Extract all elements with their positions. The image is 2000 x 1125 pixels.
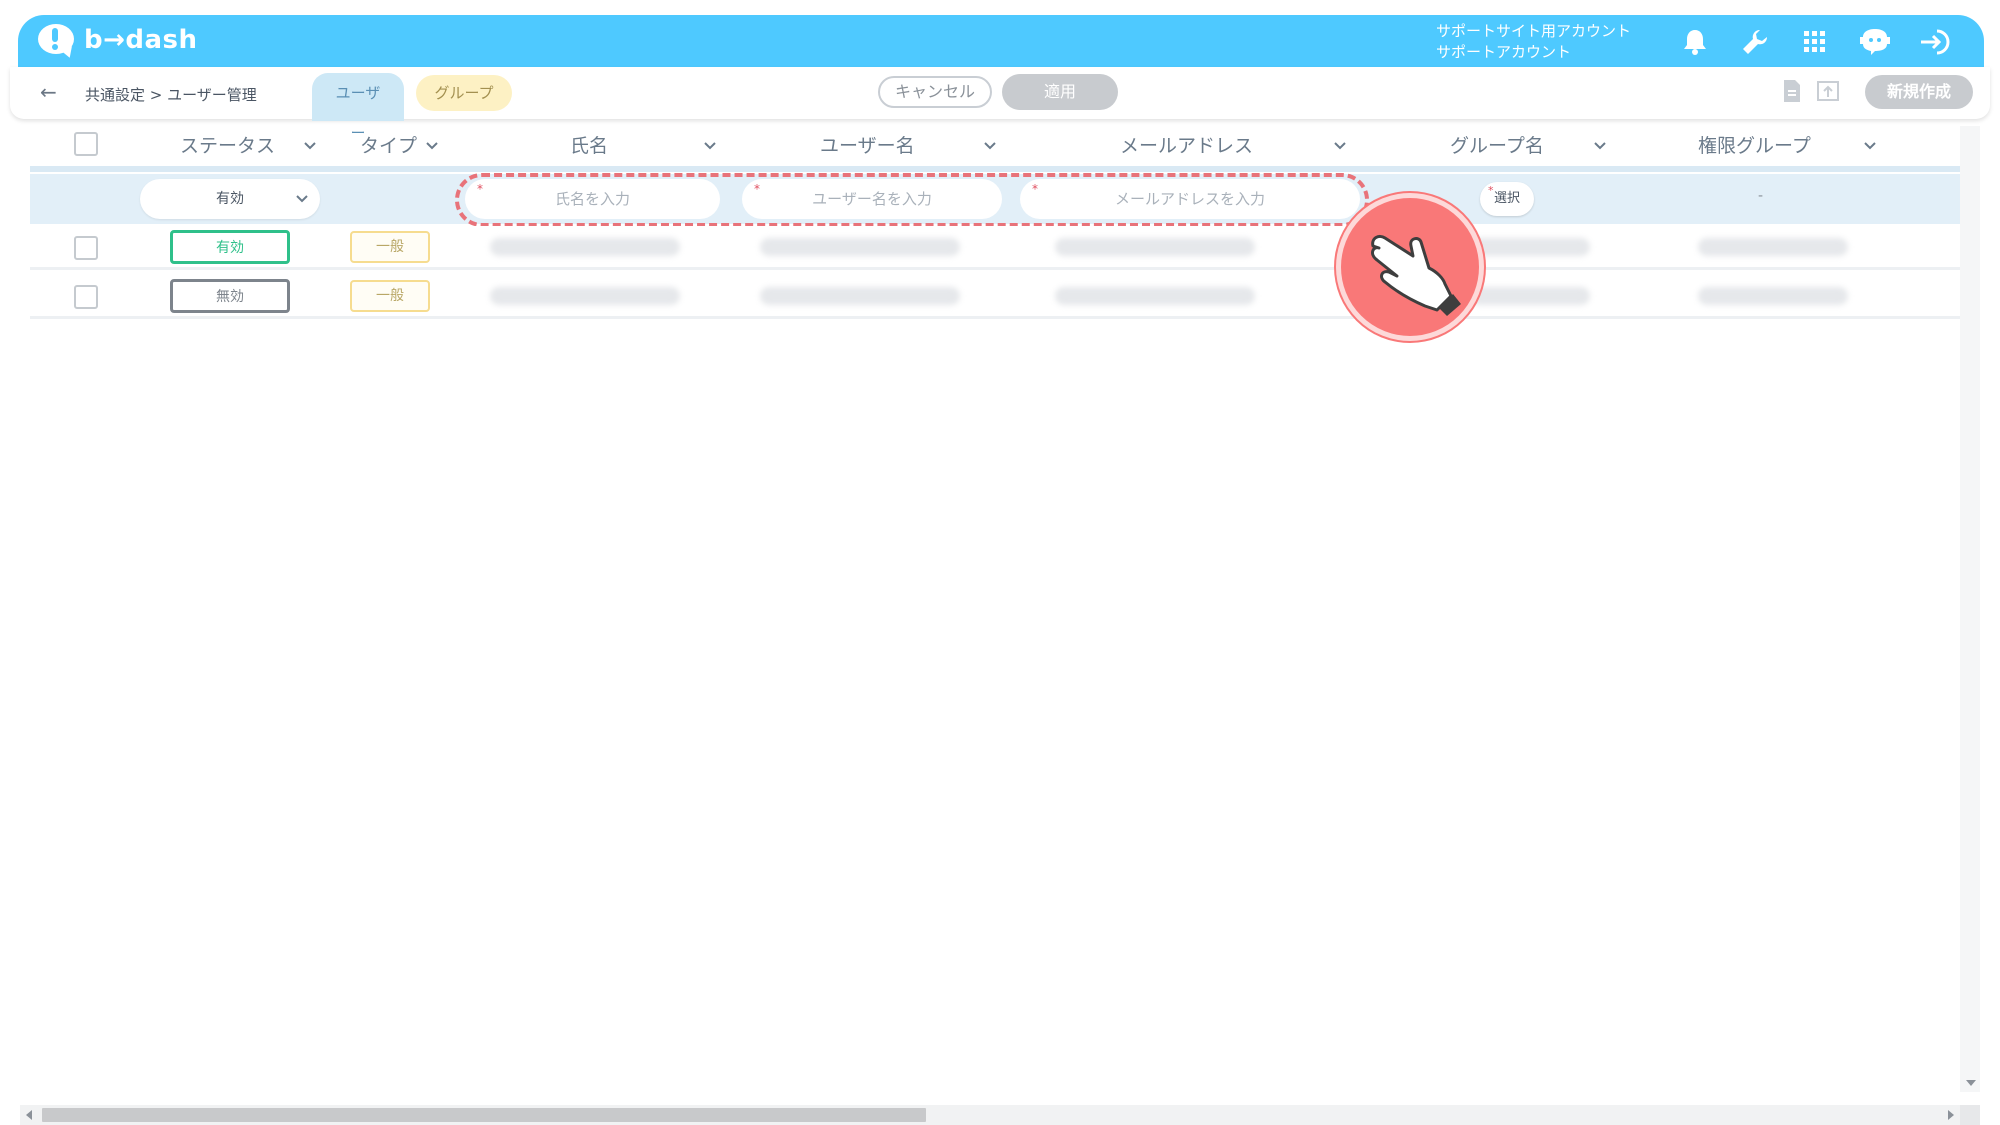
breadcrumb: 共通設定 > ユーザー管理 (85, 86, 257, 104)
top-icon-group (1678, 25, 1952, 59)
app-logo[interactable]: b→dash (36, 22, 198, 60)
scroll-down-arrow-icon[interactable] (1966, 1080, 1976, 1086)
type-badge[interactable]: 一般 (350, 231, 430, 263)
blurred-group (1470, 287, 1590, 305)
top-bar: b→dash サポートサイト用アカウント サポートアカウント (18, 15, 1984, 67)
table-row[interactable]: 無効 一般 (30, 275, 1960, 319)
blurred-email (1055, 287, 1255, 305)
blurred-username (760, 287, 960, 305)
tab-user[interactable]: ユーザー (312, 73, 404, 142)
cancel-button[interactable]: キャンセル (878, 76, 992, 108)
blurred-permission-group (1698, 287, 1848, 305)
blurred-email (1055, 238, 1255, 256)
column-header-permission-group[interactable]: 権限グループ (1698, 126, 1811, 166)
pointing-hand-icon (1336, 193, 1484, 341)
column-header-type[interactable]: タイプ (360, 126, 417, 166)
chevron-down-icon[interactable] (424, 138, 440, 154)
column-header-name[interactable]: 氏名 (570, 126, 608, 166)
back-arrow-icon[interactable]: ← (40, 80, 57, 104)
scroll-right-arrow-icon[interactable] (1948, 1110, 1954, 1120)
account-name: サポートアカウント (1436, 43, 1572, 61)
scroll-corner (1960, 1105, 1980, 1125)
blurred-username (760, 238, 960, 256)
vertical-scrollbar[interactable] (1960, 126, 1980, 1092)
status-badge[interactable]: 無効 (170, 279, 290, 313)
logout-icon[interactable] (1918, 25, 1952, 59)
tab-group[interactable]: グループ (416, 75, 512, 111)
scroll-left-arrow-icon[interactable] (26, 1110, 32, 1120)
blurred-name (490, 287, 680, 305)
upload-icon[interactable] (1816, 79, 1840, 107)
horizontal-scrollbar[interactable] (20, 1105, 1960, 1125)
grid-icon[interactable] (1798, 25, 1832, 59)
row-checkbox[interactable] (74, 236, 98, 260)
table-row[interactable]: 有効 一般 (30, 226, 1960, 270)
chevron-down-icon[interactable] (1862, 138, 1878, 154)
apply-button[interactable]: 適用 (1002, 74, 1118, 110)
chevron-down-icon[interactable] (702, 138, 718, 154)
type-badge[interactable]: 一般 (350, 280, 430, 312)
status-filter-value: 有効 (216, 191, 244, 207)
highlight-dashed-outline (455, 173, 1369, 227)
account-info[interactable]: サポートサイト用アカウント サポートアカウント (1436, 21, 1631, 63)
column-header-email[interactable]: メールアドレス (1120, 126, 1253, 166)
group-select-button[interactable]: * 選択 (1480, 182, 1534, 216)
chevron-down-icon[interactable] (302, 138, 318, 154)
create-new-button[interactable]: 新規作成 (1865, 75, 1973, 109)
horizontal-scroll-thumb[interactable] (42, 1108, 926, 1122)
chevron-down-icon[interactable] (1592, 138, 1608, 154)
permission-filter-empty: - (1758, 188, 1764, 204)
chevron-down-icon[interactable] (982, 138, 998, 154)
document-icon[interactable] (1782, 79, 1802, 107)
column-header-group[interactable]: グループ名 (1450, 126, 1544, 166)
chevron-down-icon (296, 195, 308, 203)
chat-robot-icon[interactable] (1858, 25, 1892, 59)
blurred-name (490, 238, 680, 256)
row-checkbox[interactable] (74, 285, 98, 309)
header-divider (30, 166, 1960, 172)
status-badge[interactable]: 有効 (170, 230, 290, 264)
group-select-label: 選択 (1493, 191, 1520, 206)
blurred-permission-group (1698, 238, 1848, 256)
select-all-checkbox[interactable] (74, 132, 98, 156)
bell-icon[interactable] (1678, 25, 1712, 59)
column-header-status[interactable]: ステータス (180, 126, 275, 166)
chevron-down-icon[interactable] (1332, 138, 1348, 154)
status-filter-select[interactable]: 有効 (140, 179, 320, 219)
required-mark: * (1488, 184, 1494, 197)
logo-bubble-icon (36, 22, 80, 60)
wrench-icon[interactable] (1738, 25, 1772, 59)
account-site-name: サポートサイト用アカウント (1436, 22, 1632, 40)
blurred-group (1470, 238, 1590, 256)
table-header: ステータス タイプ 氏名 ユーザー名 メールアドレス グループ名 権限グループ (30, 126, 1960, 166)
column-header-username[interactable]: ユーザー名 (820, 126, 915, 166)
sub-toolbar: ← 共通設定 > ユーザー管理 ユーザー グループ キャンセル 適用 新規作成 (10, 67, 1990, 142)
logo-text: b→dash (84, 25, 198, 55)
